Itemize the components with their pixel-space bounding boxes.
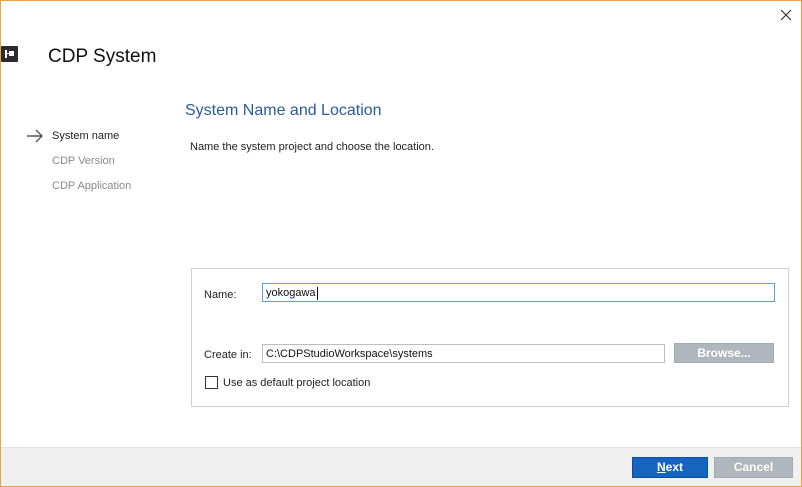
close-icon <box>780 9 792 21</box>
step-cdp-version: CDP Version <box>26 151 131 176</box>
create-in-input[interactable]: C:\CDPStudioWorkspace\systems <box>262 344 665 363</box>
next-mnemonic: N <box>656 460 666 474</box>
step-cdp-application: CDP Application <box>26 176 131 201</box>
browse-button[interactable]: Browse... <box>674 343 774 363</box>
close-button[interactable] <box>773 1 799 29</box>
cdp-app-icon <box>1 46 18 62</box>
window-title: CDP System <box>48 46 157 67</box>
page-description: Name the system project and choose the l… <box>190 141 434 153</box>
create-in-label: Create in: <box>204 349 252 361</box>
wizard-window: CDP System System name CDP Version CDP A… <box>0 0 802 487</box>
name-input[interactable]: yokogawa <box>262 283 775 302</box>
arrow-right-icon <box>27 129 43 143</box>
footer-bar: Next Cancel <box>1 447 801 486</box>
default-location-label[interactable]: Use as default project location <box>223 377 370 389</box>
create-in-input-value: C:\CDPStudioWorkspace\systems <box>266 348 433 360</box>
step-label: CDP Application <box>52 180 132 192</box>
step-system-name: System name <box>26 126 131 151</box>
cancel-button[interactable]: Cancel <box>714 457 793 478</box>
step-label: System name <box>52 130 120 142</box>
name-input-value: yokogawa <box>266 287 316 299</box>
system-form: Name: yokogawa Create in: C:\CDPStudioWo… <box>191 268 789 407</box>
next-button[interactable]: Next <box>632 457 708 478</box>
name-label: Name: <box>204 289 237 301</box>
next-label-rest: ext <box>665 460 683 474</box>
text-caret <box>316 286 318 300</box>
wizard-steps: System name CDP Version CDP Application <box>26 126 131 201</box>
step-label: CDP Version <box>52 155 115 167</box>
default-location-checkbox[interactable] <box>205 376 218 389</box>
page-title: System Name and Location <box>185 102 382 119</box>
